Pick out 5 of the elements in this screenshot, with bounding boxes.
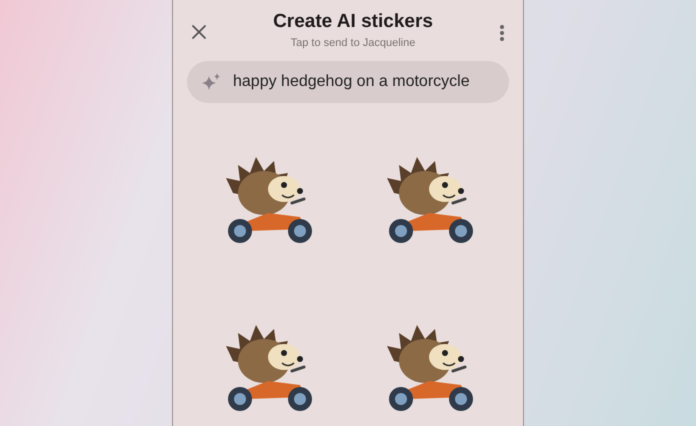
prompt-field[interactable]: happy hedgehog on a motorcycle [187,61,509,103]
panel-title: Create AI stickers [273,11,433,33]
close-icon [191,24,207,40]
more-options-icon [499,24,505,42]
panel-subtitle: Tap to send to Jacqueline [290,37,416,49]
